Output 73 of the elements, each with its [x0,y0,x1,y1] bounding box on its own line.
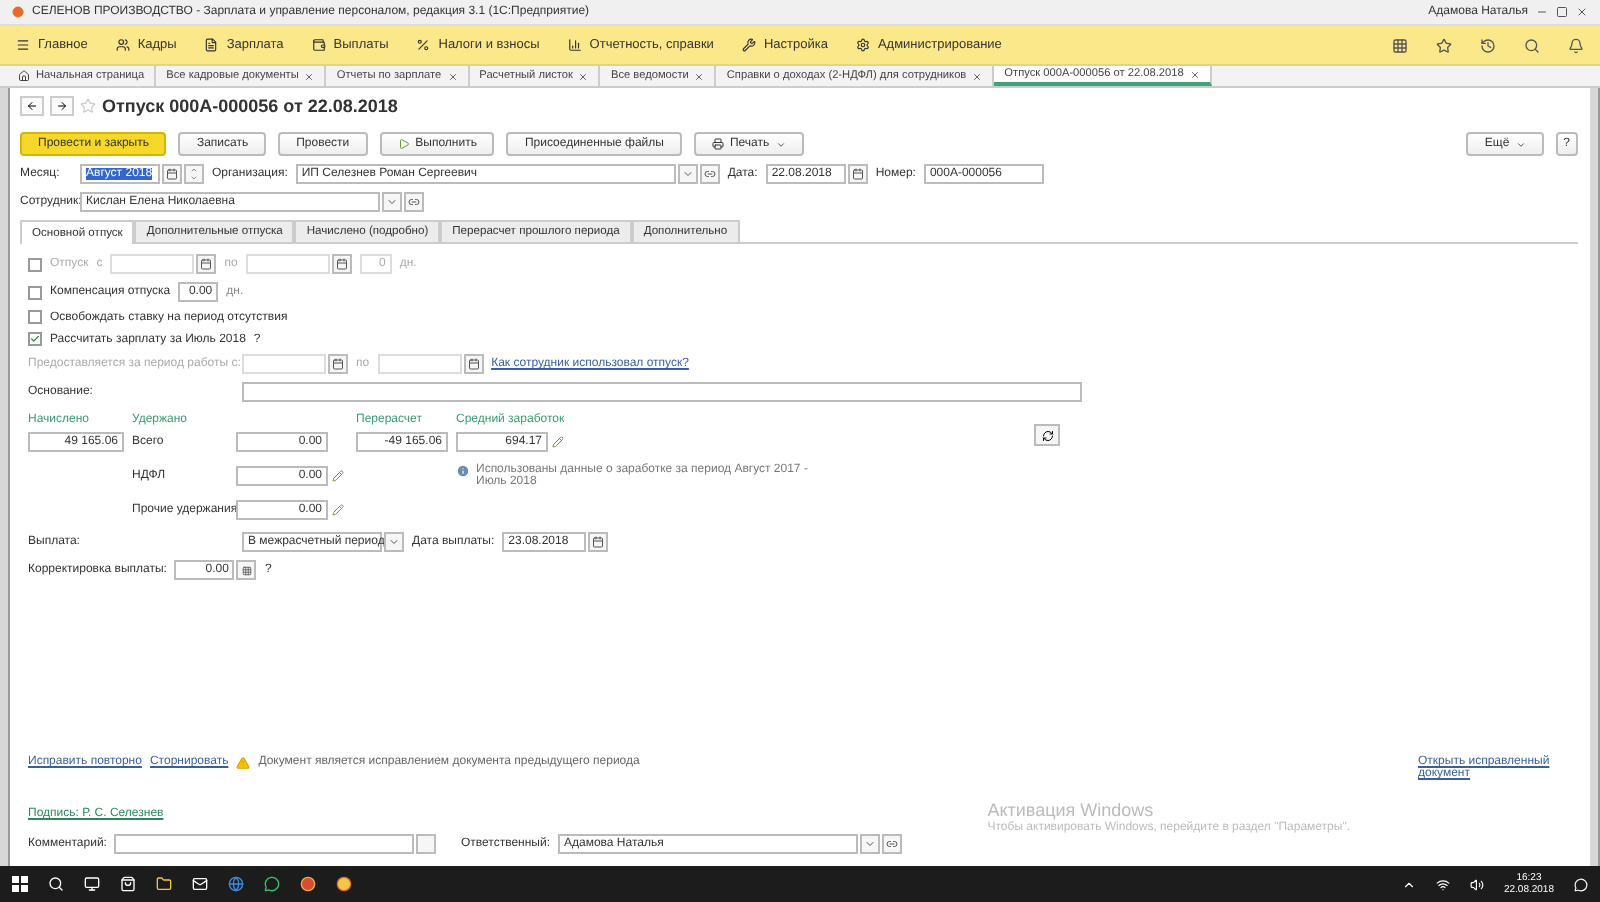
link-icon [703,168,716,180]
warning-icon [236,756,251,770]
calendar-button[interactable] [847,164,868,184]
date-field[interactable] [245,254,330,274]
caret-icon [775,139,786,149]
caret-icon [386,196,398,208]
calendar-icon [332,358,344,370]
calendar-button[interactable] [328,354,348,374]
menu-icon [16,38,30,52]
notifications-icon[interactable] [1574,877,1588,891]
calendar-icon [335,258,348,270]
date-field[interactable] [377,354,462,374]
checkbox[interactable] [28,285,42,299]
activation-title: Активация Windows [987,800,1156,820]
open-button[interactable] [882,834,902,854]
wallet-icon [311,38,326,52]
checkbox[interactable] [28,332,42,346]
document-icon [204,38,219,52]
grid-icon [241,565,252,575]
calendar-button[interactable] [196,254,217,274]
wrench-icon [741,38,756,52]
pencil-icon[interactable] [552,436,564,448]
caret-icon [864,838,876,850]
task-view-icon[interactable] [84,876,100,892]
play-icon [397,138,410,150]
forward-button[interactable] [50,96,74,116]
caret-icon [1515,139,1526,149]
calendar-icon [166,168,178,180]
basis-field[interactable] [242,382,1082,402]
calendar-button[interactable] [331,254,352,274]
refresh-icon [1041,429,1053,441]
app-icon[interactable] [336,876,352,892]
chat-icon[interactable] [264,876,280,892]
date-field[interactable] [110,254,195,274]
folder-icon[interactable] [156,876,172,892]
calendar-icon [200,258,213,270]
mail-icon[interactable] [192,876,208,892]
app-logo-icon [12,6,24,18]
calculator-button[interactable] [236,560,257,580]
caret-icon [681,168,694,180]
arrow-left-icon [26,100,38,112]
calendar-icon [592,536,605,548]
caret-icon [388,536,400,548]
gear-icon [855,38,870,52]
comment-field[interactable] [114,834,415,854]
store-icon[interactable] [120,876,136,892]
link-icon [886,838,898,850]
volume-icon[interactable] [1469,877,1484,891]
check-icon [30,332,40,346]
calendar-icon [467,358,480,370]
refresh-button[interactable] [1034,424,1060,446]
calendar-button[interactable] [463,354,484,374]
percent-icon [416,38,431,52]
calendar-icon [851,168,864,180]
document-title: Отпуск 000А-000056 от 22.08.2018 [102,96,398,116]
home-icon [18,70,30,82]
checkbox[interactable] [28,310,42,324]
printer-icon [711,138,724,150]
chart-icon [567,38,582,52]
link-icon [408,196,420,208]
open-button[interactable] [699,164,720,184]
network-icon[interactable] [1435,877,1450,891]
arrow-right-icon [56,100,68,112]
pencil-icon[interactable] [332,470,344,482]
calendar-button[interactable] [162,164,182,184]
calendar-button[interactable] [588,532,609,552]
info-icon [456,464,470,478]
back-button[interactable] [20,96,44,116]
date-field[interactable] [242,354,326,374]
windows-start-icon[interactable] [12,876,28,892]
open-button[interactable] [404,192,424,212]
people-icon [115,38,130,52]
pencil-icon[interactable] [332,504,344,516]
